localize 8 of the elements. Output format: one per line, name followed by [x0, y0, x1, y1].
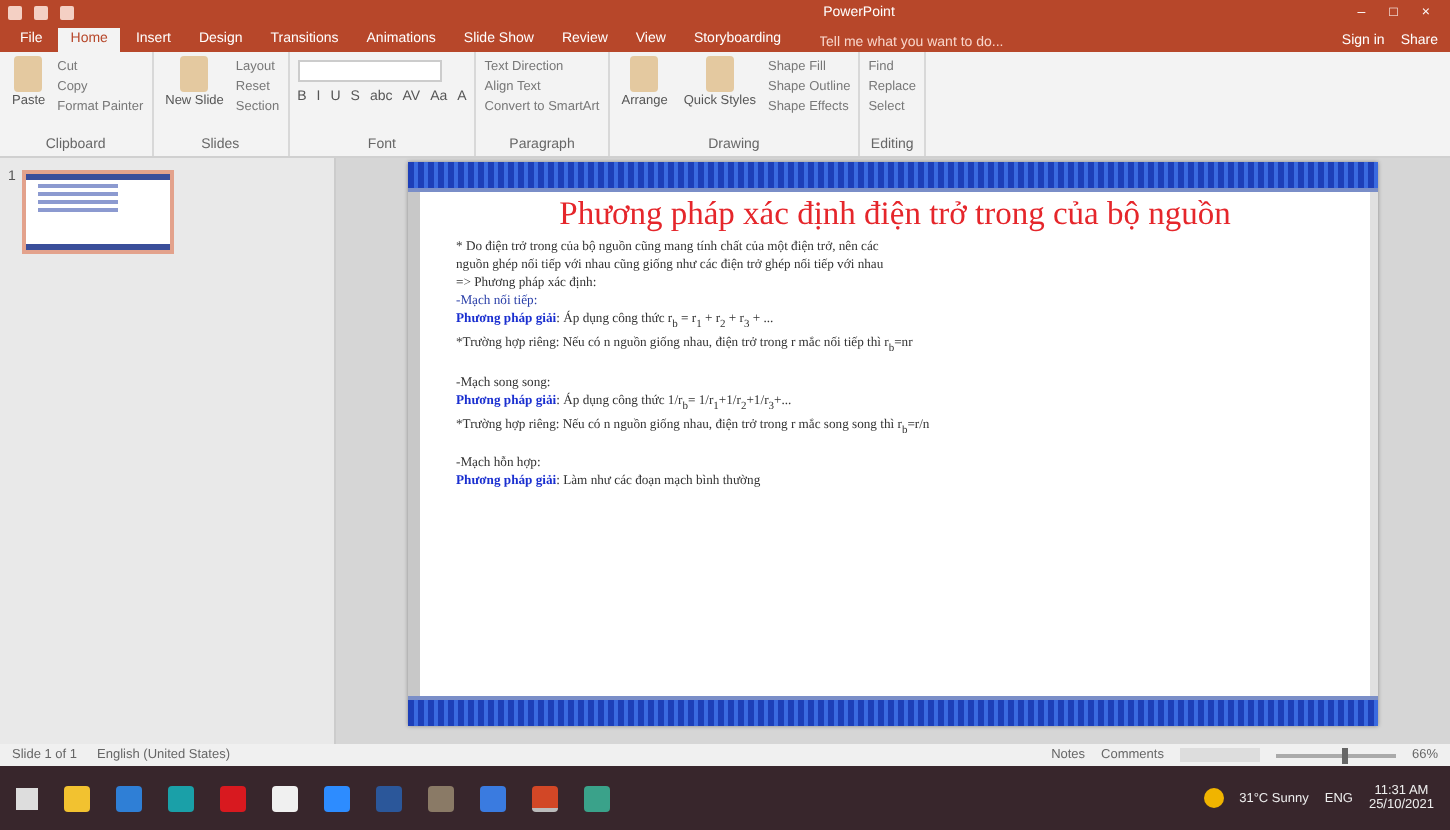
app-icon[interactable] — [64, 785, 90, 811]
slide-title: Phương pháp xác định điện trở trong của bộ nguồn — [557, 194, 1233, 234]
app-icon[interactable] — [272, 785, 298, 811]
app-icon[interactable] — [532, 785, 558, 811]
zoom-thumb[interactable] — [1341, 747, 1348, 763]
weather-icon[interactable] — [1203, 788, 1224, 808]
slide-thumbnail[interactable] — [21, 170, 174, 254]
font-field[interactable] — [297, 60, 442, 82]
